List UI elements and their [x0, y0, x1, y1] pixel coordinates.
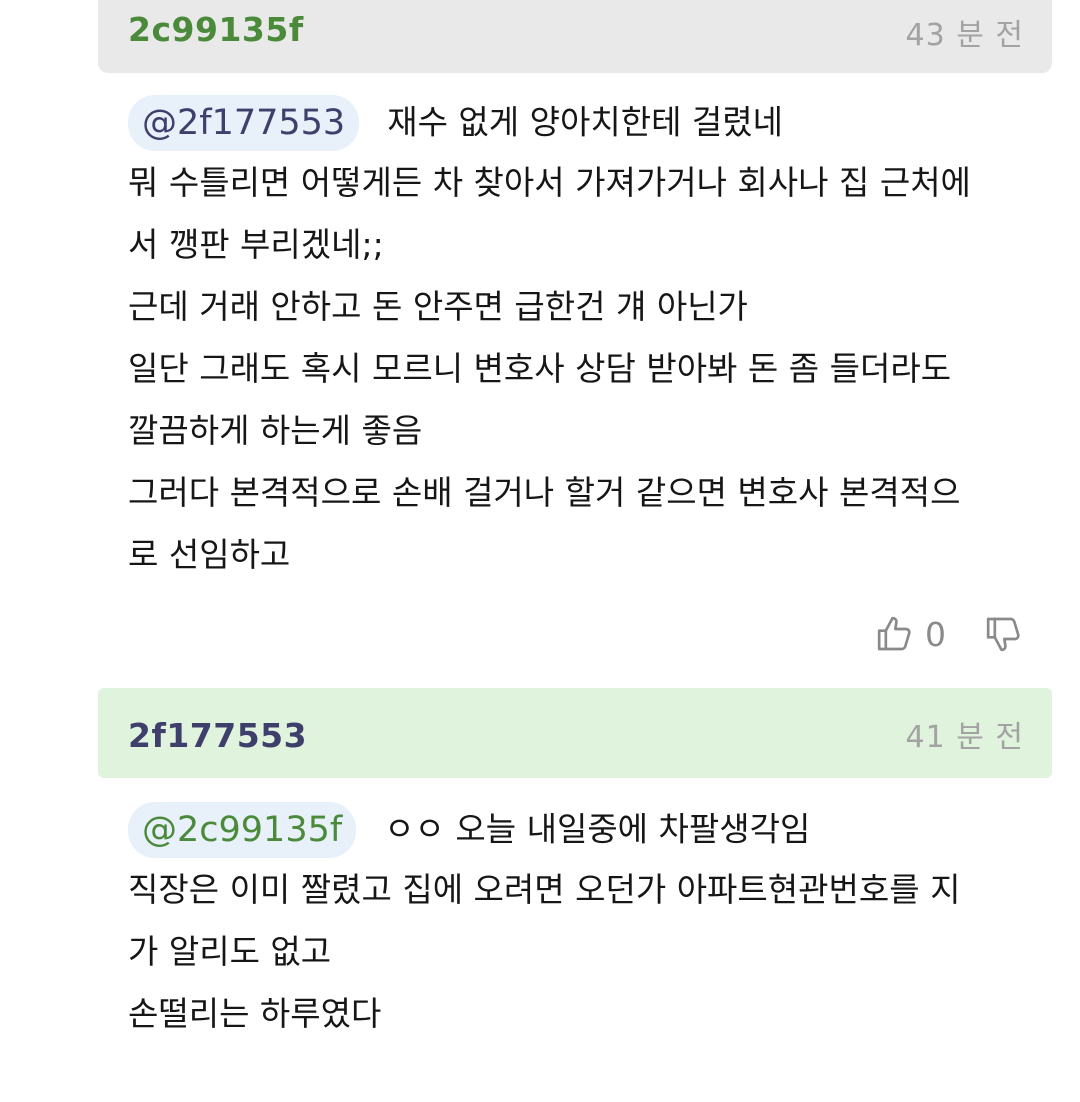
comment-text-line: 로 선임하고 [128, 535, 291, 574]
comment-text-line: 깔끔하게 하는게 좋음 [128, 411, 423, 450]
comment-header: 2c99135f 43 분 전 [98, 0, 1052, 73]
comment-text-line: 뭐 수틀리면 어떻게든 차 찾아서 가져가거나 회사나 집 근처에 [128, 163, 971, 202]
comment-text-line: 손떨리는 하루였다 [128, 994, 382, 1033]
comment-author[interactable]: 2c99135f [128, 10, 304, 49]
thumbs-down-icon[interactable] [984, 614, 1024, 654]
mention-tag[interactable]: @2c99135f [128, 801, 357, 858]
comment-timestamp: 43 분 전 [905, 18, 1024, 53]
comment-body: @2c99135f ㅇㅇ 오늘 내일중에 차팔생각임 직장은 이미 짤렸고 집에 … [128, 797, 1058, 1045]
comment-first-line: @2f177553 재수 없게 양아치한테 걸렸네 [128, 90, 1058, 152]
comment-body: @2f177553 재수 없게 양아치한테 걸렸네 뭐 수틀리면 어떻게든 차 찾… [128, 90, 1058, 586]
like-count: 0 [925, 614, 946, 654]
vote-bar: 0 [875, 606, 1024, 662]
comment-text: ㅇㅇ 오늘 내일중에 차팔생각임 [384, 809, 811, 849]
comment-header: 2f177553 41 분 전 [98, 688, 1052, 778]
comment-text-line: 서 깽판 부리겠네;; [128, 225, 384, 264]
comment-text-line: 그러다 본격적으로 손배 걸거나 할거 같으면 변호사 본격적으 [128, 473, 961, 512]
comment-text: 재수 없게 양아치한테 걸렸네 [387, 102, 783, 142]
comment-text-line: 직장은 이미 짤렸고 집에 오려면 오던가 아파트현관번호를 지 [128, 870, 961, 909]
comment-text-line: 근데 거래 안하고 돈 안주면 급한건 걔 아닌가 [128, 287, 748, 326]
thumbs-up-icon[interactable] [875, 614, 915, 654]
mention-tag[interactable]: @2f177553 [128, 94, 360, 151]
comment-first-line: @2c99135f ㅇㅇ 오늘 내일중에 차팔생각임 [128, 797, 1058, 859]
comment-timestamp: 41 분 전 [905, 720, 1024, 755]
comment-author[interactable]: 2f177553 [128, 716, 307, 755]
comment-text-line: 일단 그래도 혹시 모르니 변호사 상담 받아봐 돈 좀 들더라도 [128, 349, 952, 388]
comment-text-line: 가 알리도 없고 [128, 932, 332, 971]
